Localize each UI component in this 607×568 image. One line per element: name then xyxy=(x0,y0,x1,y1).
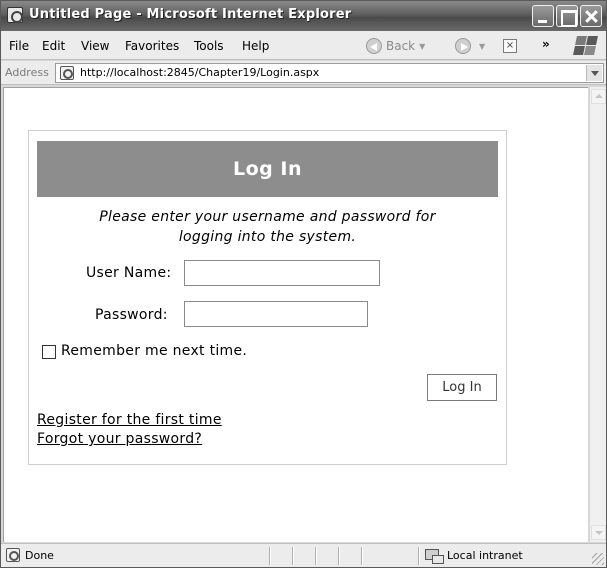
menu-help[interactable]: Help xyxy=(242,39,269,53)
address-dropdown-button[interactable] xyxy=(586,65,602,81)
resize-grip[interactable] xyxy=(592,553,604,565)
scroll-up-arrow-icon[interactable] xyxy=(591,89,606,104)
status-divider xyxy=(292,547,294,565)
login-button[interactable]: Log In xyxy=(427,374,497,401)
ie-page-icon xyxy=(7,7,23,23)
scroll-down-arrow-icon[interactable] xyxy=(591,525,606,540)
page-icon xyxy=(60,66,74,80)
login-title: Log In xyxy=(37,141,498,197)
status-bar: Done Local intranet xyxy=(1,543,606,567)
password-input[interactable] xyxy=(184,301,368,327)
chevron-down-icon: ▼ xyxy=(479,41,486,51)
address-bar: Address http://localhost:2845/Chapter19/… xyxy=(1,61,606,85)
back-button[interactable]: Back ▼ xyxy=(366,36,425,56)
back-arrow-icon xyxy=(366,38,382,54)
username-label: User Name: xyxy=(86,265,172,281)
status-divider xyxy=(361,547,363,565)
vertical-scrollbar[interactable] xyxy=(589,87,606,542)
maximize-button[interactable] xyxy=(556,5,578,27)
register-link[interactable]: Register for the first time xyxy=(37,412,222,428)
browser-window: Untitled Page - Microsoft Internet Explo… xyxy=(0,0,607,568)
chevron-down-icon: ▼ xyxy=(419,41,426,51)
toolbar-overflow-chevrons[interactable]: » xyxy=(542,37,550,51)
title-bar: Untitled Page - Microsoft Internet Explo… xyxy=(1,1,606,31)
windows-logo-icon xyxy=(573,35,599,57)
forgot-password-link[interactable]: Forgot your password? xyxy=(37,431,202,447)
forward-button[interactable]: ▼ xyxy=(455,36,485,56)
remember-me-checkbox[interactable] xyxy=(42,345,56,359)
instruction-line-2: logging into the system. xyxy=(178,229,357,245)
menu-favorites[interactable]: Favorites xyxy=(125,39,179,53)
minimize-button[interactable] xyxy=(532,5,554,27)
remember-me-label[interactable]: Remember me next time. xyxy=(61,343,247,359)
username-input[interactable] xyxy=(184,260,380,286)
status-divider xyxy=(315,547,317,565)
login-instruction: Please enter your username and password … xyxy=(37,207,498,247)
local-intranet-icon xyxy=(425,547,444,564)
status-divider xyxy=(269,547,271,565)
address-url[interactable]: http://localhost:2845/Chapter19/Login.as… xyxy=(80,66,319,79)
menu-edit[interactable]: Edit xyxy=(42,39,65,53)
window-title: Untitled Page - Microsoft Internet Explo… xyxy=(29,7,352,22)
menu-view[interactable]: View xyxy=(81,39,109,53)
back-label: Back xyxy=(386,39,416,53)
ie-page-icon xyxy=(6,548,20,562)
forward-arrow-icon xyxy=(455,38,471,54)
menu-tools[interactable]: Tools xyxy=(194,39,224,53)
menu-file[interactable]: File xyxy=(9,39,29,53)
menu-bar: File Edit View Favorites Tools Help Back… xyxy=(1,31,606,60)
password-label: Password: xyxy=(95,307,168,323)
stop-icon[interactable]: × xyxy=(503,39,517,53)
status-divider xyxy=(338,547,340,565)
status-text: Done xyxy=(25,549,54,562)
security-zone-text: Local intranet xyxy=(447,549,523,562)
address-input[interactable]: http://localhost:2845/Chapter19/Login.as… xyxy=(55,63,604,83)
address-label: Address xyxy=(5,66,49,79)
instruction-line-1: Please enter your username and password … xyxy=(99,209,436,225)
status-divider xyxy=(418,547,420,565)
close-button[interactable] xyxy=(580,5,602,27)
login-control: Log In Please enter your username and pa… xyxy=(28,130,507,465)
